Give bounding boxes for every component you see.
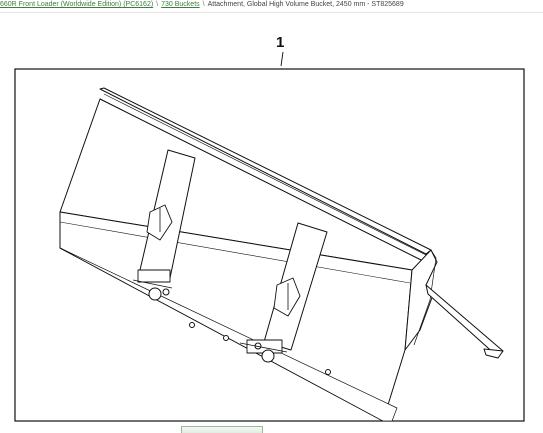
callout-leader-line <box>280 51 284 67</box>
bucket-illustration <box>59 87 504 422</box>
parts-diagram <box>14 51 525 422</box>
breadcrumb-link-buckets[interactable]: 730 Buckets <box>161 1 200 8</box>
bottom-hardware <box>223 335 229 341</box>
breadcrumb-link-front-loader[interactable]: 660R Front Loader (Worldwide Edition) (P… <box>0 1 153 8</box>
breadcrumb: 660R Front Loader (Worldwide Edition) (P… <box>0 0 543 13</box>
bucket-cutting-edge <box>425 284 504 357</box>
bottom-hardware <box>189 322 195 328</box>
breadcrumb-separator: \ <box>202 1 205 8</box>
breadcrumb-current-page: Attachment, Global High Volume Bucket, 2… <box>207 1 404 8</box>
bucket-lip-tab <box>483 348 504 359</box>
bottom-hardware <box>325 369 331 375</box>
breadcrumb-separator: \ <box>156 1 159 8</box>
